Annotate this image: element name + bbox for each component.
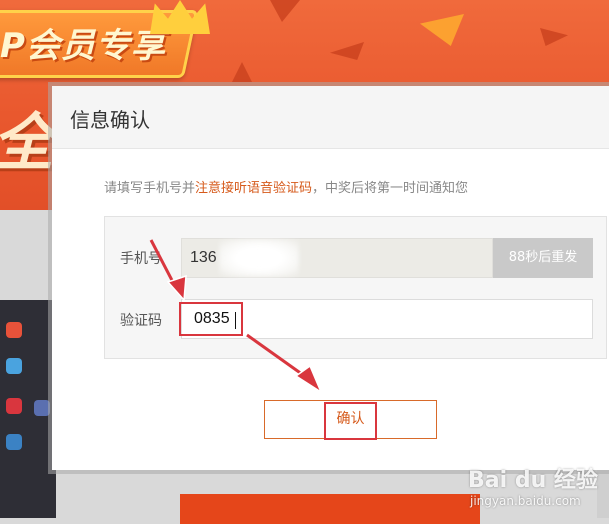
dialog-notice: 请填写手机号并注意接听语音验证码，中奖后将第一时间通知您	[104, 177, 468, 196]
code-annotation-box	[179, 302, 243, 336]
dialog-title: 信息确认	[70, 108, 150, 132]
notice-highlight: 注意接听语音验证码	[195, 181, 313, 196]
baidu-jingyan-logo: Bai du 经验	[468, 468, 598, 493]
resend-code-button[interactable]: 88秒后重发	[493, 238, 593, 278]
confetti-shape	[420, 14, 464, 46]
app-icon	[6, 398, 22, 414]
app-icon	[6, 434, 22, 450]
phone-redaction	[219, 239, 299, 277]
crown-icon	[150, 0, 210, 34]
confetti-shape	[540, 28, 568, 46]
confetti-shape	[232, 62, 252, 82]
dialog-header: 信息确认	[52, 86, 609, 149]
phone-label: 手机号	[120, 251, 162, 267]
watermark-url: jingyan.baidu.com	[470, 494, 581, 508]
app-icon	[6, 358, 22, 374]
app-icon	[6, 322, 22, 338]
verification-form: 手机号 136 88秒后重发 验证码 0835	[104, 216, 607, 359]
notice-prefix: 请填写手机号并	[104, 181, 196, 196]
info-confirm-dialog: 信息确认 请填写手机号并注意接听语音验证码，中奖后将第一时间通知您 手机号 13…	[52, 86, 609, 470]
code-label: 验证码	[120, 313, 162, 329]
phone-value: 136	[190, 249, 217, 266]
background-action-button	[180, 494, 480, 524]
app-icon	[34, 400, 50, 416]
confetti-shape	[330, 42, 364, 60]
text-caret	[235, 312, 236, 329]
confirm-annotation-box	[324, 402, 377, 440]
confetti-shape	[270, 0, 300, 22]
notice-suffix: ，中奖后将第一时间通知您	[312, 181, 469, 196]
background-phone-preview	[0, 300, 56, 518]
